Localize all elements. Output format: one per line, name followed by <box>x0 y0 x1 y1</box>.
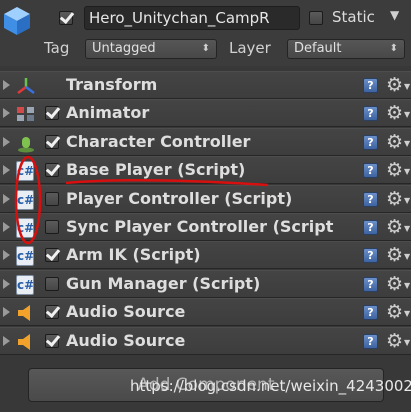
foldout-arrow-icon[interactable] <box>3 250 10 261</box>
static-label: Static <box>332 8 375 26</box>
foldout-arrow-icon[interactable] <box>3 335 10 346</box>
gear-icon[interactable]: ⚙ <box>386 130 403 154</box>
foldout-arrow-icon[interactable] <box>3 193 10 204</box>
foldout-arrow-icon[interactable] <box>3 80 10 90</box>
gameobject-cube-icon <box>4 7 30 35</box>
gear-icon[interactable]: ⚙ <box>386 243 403 267</box>
help-book-icon[interactable]: ? <box>363 163 378 179</box>
gear-icon[interactable]: ⚙ <box>386 329 403 353</box>
chevron-updown-icon: ⬍ <box>389 43 398 54</box>
object-name-field[interactable]: Hero_Unitychan_CampR <box>84 6 300 30</box>
speaker-icon <box>16 332 36 352</box>
component-enabled-checkbox[interactable] <box>45 163 59 178</box>
chevron-down-icon: ▼ <box>404 309 411 319</box>
chevron-down-icon: ▼ <box>404 337 411 347</box>
help-book-icon[interactable]: ? <box>363 106 378 122</box>
help-book-icon[interactable]: ? <box>363 305 378 321</box>
static-dropdown-arrow-icon[interactable]: ▼ <box>390 8 399 22</box>
foldout-arrow-icon[interactable] <box>3 136 10 147</box>
component-enabled-checkbox[interactable] <box>45 106 59 121</box>
component-row[interactable]: c# Player Controller (Script)? ⚙ ▼ <box>0 184 411 213</box>
tag-dropdown[interactable]: Untagged ⬍ <box>85 39 217 59</box>
help-book-icon[interactable]: ? <box>363 276 378 292</box>
component-row[interactable]: Audio Source? ⚙ ▼ <box>0 326 411 355</box>
gear-icon[interactable]: ⚙ <box>386 158 403 182</box>
component-title: Animator <box>66 103 150 123</box>
component-title: Transform <box>66 75 158 94</box>
component-row[interactable]: c# Sync Player Controller (Script? ⚙ ▼ <box>0 213 411 241</box>
foldout-arrow-icon[interactable] <box>3 307 10 318</box>
component-title: Gun Manager (Script) <box>66 273 261 293</box>
help-book-icon[interactable]: ? <box>363 220 378 235</box>
chevron-down-icon: ▼ <box>404 280 411 290</box>
chevron-down-icon: ▼ <box>404 110 411 120</box>
component-row[interactable]: c# Base Player (Script)? ⚙ ▼ <box>0 156 411 185</box>
component-title: Base Player (Script) <box>66 160 246 180</box>
speaker-icon <box>16 303 36 323</box>
watermark: https://blog.csdn.net/weixin_42430021 <box>130 377 411 395</box>
component-row[interactable]: c# Arm IK (Script)? ⚙ ▼ <box>0 241 411 270</box>
chevron-down-icon: ▼ <box>404 252 411 262</box>
character-controller-icon <box>16 133 36 153</box>
help-book-icon[interactable]: ? <box>363 333 378 349</box>
chevron-down-icon: ▼ <box>404 138 411 148</box>
chevron-down-icon: ▼ <box>404 167 411 177</box>
component-row[interactable]: Transform? ⚙ ▼ <box>0 71 411 99</box>
help-book-icon[interactable]: ? <box>363 134 378 150</box>
script-icon: c# <box>16 246 36 267</box>
gear-icon[interactable]: ⚙ <box>386 73 403 97</box>
component-row[interactable]: Character Controller? ⚙ ▼ <box>0 127 411 156</box>
component-enabled-checkbox[interactable] <box>45 134 59 149</box>
chevron-down-icon: ▼ <box>404 82 411 91</box>
foldout-arrow-icon[interactable] <box>3 108 10 119</box>
help-book-icon[interactable]: ? <box>363 78 378 93</box>
gear-icon[interactable]: ⚙ <box>386 272 403 296</box>
component-enabled-checkbox[interactable] <box>45 276 59 291</box>
foldout-arrow-icon[interactable] <box>3 165 10 176</box>
layer-value: Default <box>294 41 342 56</box>
component-enabled-checkbox[interactable] <box>45 333 59 348</box>
script-icon: c# <box>16 161 36 182</box>
chevron-down-icon: ▼ <box>404 195 411 205</box>
active-checkbox[interactable] <box>59 11 73 25</box>
gear-icon[interactable]: ⚙ <box>386 215 403 239</box>
component-title: Audio Source <box>66 302 186 322</box>
component-title: Player Controller (Script) <box>66 188 293 208</box>
component-title: Character Controller <box>66 131 251 151</box>
transform-icon <box>16 76 36 96</box>
script-icon: c# <box>16 274 36 295</box>
chevron-updown-icon: ⬍ <box>201 43 210 54</box>
animator-icon <box>16 104 36 124</box>
chevron-down-icon: ▼ <box>404 224 411 233</box>
script-icon: c# <box>16 189 36 210</box>
gear-icon[interactable]: ⚙ <box>386 300 403 324</box>
component-row[interactable]: c# Gun Manager (Script)? ⚙ ▼ <box>0 269 411 298</box>
component-title: Arm IK (Script) <box>66 245 201 265</box>
foldout-arrow-icon[interactable] <box>3 278 10 289</box>
help-book-icon[interactable]: ? <box>363 248 378 264</box>
layer-label: Layer <box>229 39 271 57</box>
layer-dropdown[interactable]: Default ⬍ <box>287 39 405 59</box>
tag-label: Tag <box>44 39 70 57</box>
tag-value: Untagged <box>92 41 156 56</box>
component-enabled-checkbox[interactable] <box>45 191 59 206</box>
component-title: Sync Player Controller (Script <box>66 217 334 236</box>
help-book-icon[interactable]: ? <box>363 191 378 207</box>
inspector-header: Hero_Unitychan_CampR Static ▼ Tag Untagg… <box>0 0 411 66</box>
component-title: Audio Source <box>66 330 186 350</box>
component-enabled-checkbox[interactable] <box>45 220 59 234</box>
foldout-arrow-icon[interactable] <box>3 222 10 232</box>
script-icon: c# <box>16 218 36 238</box>
gear-icon[interactable]: ⚙ <box>386 187 403 211</box>
component-row[interactable]: Audio Source? ⚙ ▼ <box>0 298 411 327</box>
gear-icon[interactable]: ⚙ <box>386 101 403 125</box>
component-row[interactable]: Animator? ⚙ ▼ <box>0 99 411 128</box>
component-enabled-checkbox[interactable] <box>45 248 59 263</box>
static-checkbox[interactable] <box>309 11 323 25</box>
component-enabled-checkbox[interactable] <box>45 305 59 320</box>
